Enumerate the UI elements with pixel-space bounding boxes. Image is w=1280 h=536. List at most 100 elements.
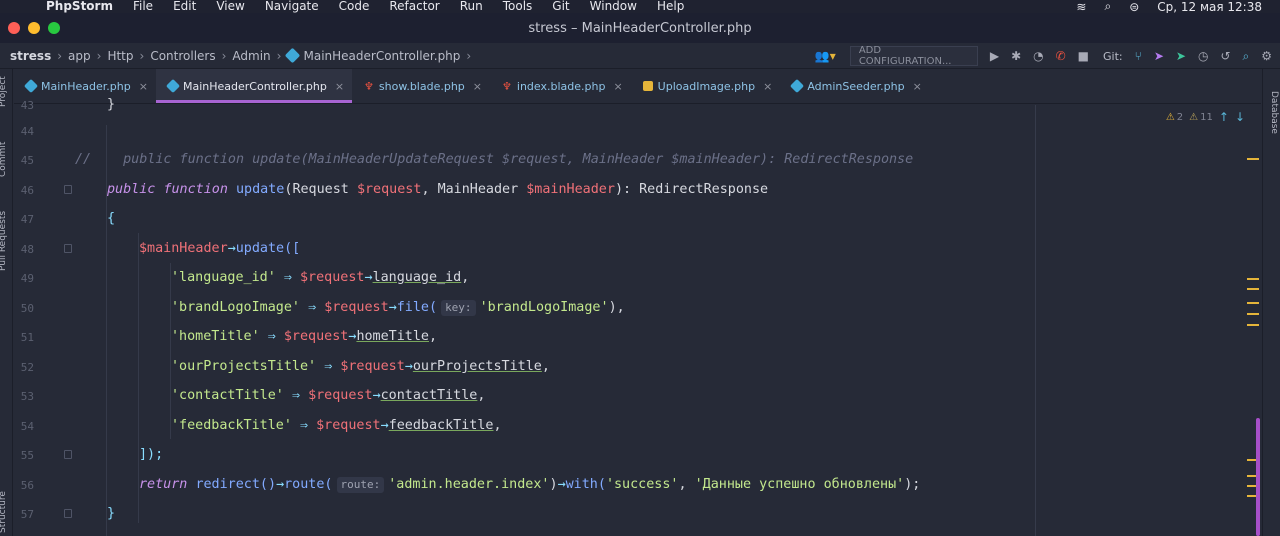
database-panel-button[interactable]: Database [1269, 91, 1279, 134]
keyword-public: public [107, 182, 156, 197]
close-icon[interactable]: × [473, 80, 482, 93]
breadcrumb-controllers[interactable]: Controllers [150, 49, 215, 63]
right-tool-bar: Database [1262, 69, 1280, 536]
git-push-icon[interactable]: ➤ [1176, 49, 1186, 63]
main-toolbar: 👥▾ ADD CONFIGURATION... ▶ ✱ ◔ ✆ ■ Git: ⑂… [803, 43, 1272, 69]
scroll-marker[interactable] [1247, 278, 1259, 280]
close-icon[interactable]: × [613, 80, 622, 93]
menu-window[interactable]: Window [590, 0, 637, 13]
tab-uploadimage[interactable]: UploadImage.php × [631, 69, 781, 103]
git-label: Git: [1103, 49, 1123, 63]
previous-highlight-icon[interactable]: ↑ [1219, 110, 1229, 124]
tab-adminseeder[interactable]: AdminSeeder.php × [780, 69, 930, 103]
variable: $request [316, 418, 381, 433]
rollback-icon[interactable]: ↺ [1220, 49, 1230, 63]
right-margin [1035, 105, 1036, 536]
run-icon[interactable]: ▶ [990, 49, 999, 63]
tab-show-blade[interactable]: ♆ show.blade.php × [352, 69, 490, 103]
menu-navigate[interactable]: Navigate [265, 0, 319, 13]
structure-panel-button[interactable]: Structure [0, 491, 8, 533]
close-icon[interactable]: × [913, 80, 922, 93]
commit-panel-button[interactable]: Commit [0, 142, 8, 177]
menu-refactor[interactable]: Refactor [389, 0, 439, 13]
stop-icon[interactable]: ■ [1078, 49, 1089, 63]
code-area[interactable]: } // public function update(MainHeaderUpd… [14, 97, 1034, 536]
breadcrumb-file[interactable]: MainHeaderController.php [303, 49, 460, 63]
git-commit-icon[interactable]: ➤ [1154, 49, 1164, 63]
project-panel-button[interactable]: Project [0, 76, 8, 107]
add-configuration-button[interactable]: ADD CONFIGURATION... [849, 45, 978, 67]
scroll-marker[interactable] [1247, 288, 1259, 290]
menu-file[interactable]: File [133, 0, 153, 13]
brace: } [107, 97, 116, 112]
breadcrumb-admin[interactable]: Admin [232, 49, 270, 63]
next-highlight-icon[interactable]: ↓ [1235, 110, 1245, 124]
menu-run[interactable]: Run [460, 0, 483, 13]
code-line-51: 'homeTitle' ⇒ $request→homeTitle, [171, 329, 438, 344]
menu-edit[interactable]: Edit [173, 0, 196, 13]
scroll-marker[interactable] [1247, 324, 1259, 326]
menu-help[interactable]: Help [657, 0, 684, 13]
git-update-icon[interactable]: ⑂ [1135, 49, 1142, 63]
control-center-icon[interactable]: ⊜ [1129, 0, 1139, 14]
tab-index-blade[interactable]: ♆ index.blade.php × [490, 69, 631, 103]
arrow-op: → [364, 270, 373, 285]
user-icon[interactable]: 👥▾ [815, 49, 836, 63]
return-type: RedirectResponse [639, 182, 769, 197]
coverage-icon[interactable]: ◔ [1033, 49, 1043, 63]
scroll-marker[interactable] [1247, 313, 1259, 315]
arrow-op: → [404, 359, 413, 374]
function-name: update [236, 182, 285, 197]
property: ourProjectsTitle [412, 359, 542, 374]
maximize-window-icon[interactable] [48, 22, 60, 34]
tab-mainheadercontroller[interactable]: MainHeaderController.php × [155, 69, 353, 103]
php-class-icon [23, 78, 39, 94]
settings-icon[interactable]: ⚙ [1261, 49, 1272, 63]
menu-tools[interactable]: Tools [503, 0, 533, 13]
arrow-op: → [380, 418, 389, 433]
arrow-op: → [557, 477, 566, 492]
param-var: $mainHeader [526, 182, 615, 197]
menu-app-name[interactable]: PhpStorm [46, 0, 113, 13]
menu-code[interactable]: Code [339, 0, 370, 13]
menu-view[interactable]: View [216, 0, 244, 13]
minimize-window-icon[interactable] [28, 22, 40, 34]
close-window-icon[interactable] [8, 22, 20, 34]
menu-git[interactable]: Git [552, 0, 569, 13]
code-line-53: 'contactTitle' ⇒ $request→contactTitle, [171, 388, 486, 403]
wifi-icon[interactable]: ≋ [1076, 0, 1086, 14]
navigation-bar: stress › app › Http › Controllers › Admin › M… [0, 43, 1280, 69]
keyword-return: return [139, 477, 188, 492]
fat-arrow-op: ⇒ [283, 270, 292, 285]
variable: $request [308, 388, 373, 403]
warning-count: 2 [1176, 111, 1184, 123]
breadcrumb-http[interactable]: Http [107, 49, 133, 63]
phone-icon[interactable]: ✆ [1056, 49, 1066, 63]
window-title: stress – MainHeaderController.php [528, 20, 752, 36]
scrollbar-thumb[interactable] [1256, 418, 1260, 536]
tab-label: MainHeaderController.php [182, 79, 327, 93]
breadcrumb-app[interactable]: app [68, 49, 91, 63]
clock[interactable]: Ср, 12 мая 12:38 [1157, 0, 1262, 14]
property: contactTitle [380, 388, 478, 403]
close-icon[interactable]: × [335, 80, 344, 93]
search-icon[interactable]: ⌕ [1104, 0, 1111, 14]
tab-label: index.blade.php [516, 79, 606, 93]
code-line-46: public function update(Request $request,… [107, 182, 769, 197]
close-icon[interactable]: × [763, 80, 772, 93]
method-call: with( [565, 477, 606, 492]
debug-icon[interactable]: ✱ [1011, 49, 1021, 63]
scroll-marker[interactable] [1247, 302, 1259, 304]
code-editor[interactable]: 43 44 45 46 47 48 49 50 51 52 53 54 55 5… [14, 97, 1261, 536]
macos-menubar: PhpStorm File Edit View Navigate Code Re… [0, 0, 1280, 14]
close-icon[interactable]: × [139, 80, 148, 93]
history-icon[interactable]: ◷ [1198, 49, 1208, 63]
param-type: Request [292, 182, 349, 197]
search-everywhere-icon[interactable]: ⌕ [1243, 49, 1250, 64]
scroll-marker[interactable] [1247, 158, 1259, 160]
inspection-widget[interactable]: ⚠ 2 ⚠ 11 ↑ ↓ [1160, 110, 1245, 124]
pull-requests-panel-button[interactable]: Pull Requests [0, 211, 8, 271]
parameter-hint: route: [336, 477, 385, 493]
php-class-icon [165, 78, 181, 94]
breadcrumb-project[interactable]: stress [10, 49, 51, 63]
